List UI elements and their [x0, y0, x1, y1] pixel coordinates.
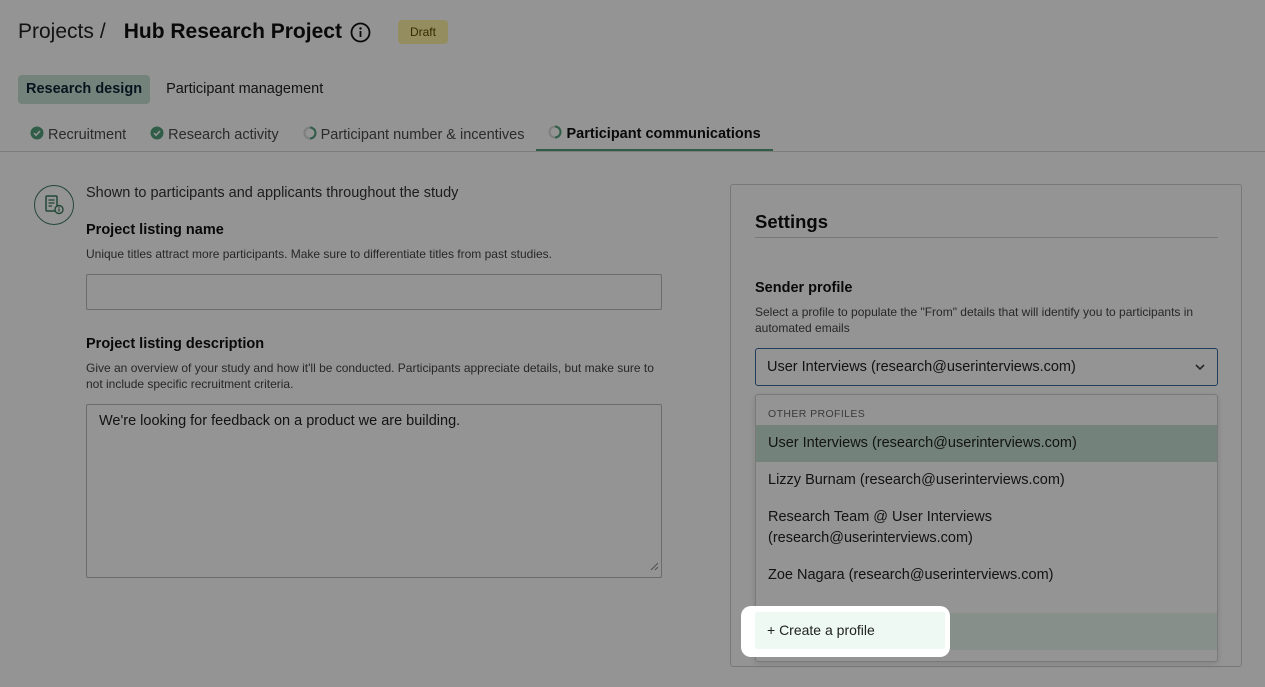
sender-profile-label: Sender profile — [755, 280, 853, 296]
status-badge: Draft — [397, 20, 448, 44]
breadcrumb-separator: / — [99, 20, 106, 43]
resize-handle-icon[interactable] — [650, 559, 659, 575]
step-label: Recruitment — [48, 127, 127, 143]
listing-name-input[interactable] — [86, 274, 662, 310]
app-root: Projects / Hub Research Project Draft Re… — [0, 0, 1265, 687]
sender-profile-value: User Interviews (research@userinterviews… — [767, 359, 1076, 375]
sender-profile-help: Select a profile to populate the "From" … — [755, 305, 1194, 335]
dropdown-group-label: OTHER PROFILES — [768, 408, 866, 420]
dropdown-option[interactable]: Lizzy Burnam (research@userinterviews.co… — [756, 462, 1217, 499]
progress-ring-icon — [303, 126, 321, 144]
primary-tabs: Research design Participant management — [18, 75, 331, 104]
settings-title: Settings — [755, 211, 828, 232]
step-label: Participant communications — [566, 125, 761, 142]
listing-description-help: Give an overview of your study and how i… — [86, 361, 654, 391]
listing-description-textarea[interactable]: We're looking for feedback on a product … — [86, 404, 662, 578]
step-label: Participant number & incentives — [320, 127, 525, 143]
check-circle-icon — [30, 126, 48, 144]
sender-profile-select[interactable]: User Interviews (research@userinterviews… — [755, 348, 1218, 386]
create-profile-button[interactable]: + Create a profile — [755, 612, 945, 649]
step-participant-communications[interactable]: Participant communications — [536, 118, 773, 152]
page-title: Hub Research Project — [123, 20, 342, 43]
divider — [0, 151, 1265, 152]
listing-document-icon — [34, 185, 74, 225]
listing-name-help: Unique titles attract more participants.… — [86, 247, 552, 261]
tab-participant-management[interactable]: Participant management — [158, 75, 331, 104]
dropdown-option[interactable]: Zoe Nagara (research@userinterviews.com) — [756, 557, 1217, 594]
listing-description-label: Project listing description — [86, 336, 265, 352]
dropdown-option[interactable]: Research Team @ User Interviews (researc… — [756, 507, 1056, 549]
step-tabs: Recruitment Research activity Participan… — [18, 118, 773, 152]
step-label: Research activity — [168, 127, 279, 143]
step-participant-number[interactable]: Participant number & incentives — [291, 118, 537, 152]
step-research-activity[interactable]: Research activity — [138, 118, 290, 152]
breadcrumb: Projects / Hub Research Project Draft — [18, 18, 448, 46]
check-circle-icon — [150, 126, 168, 144]
listing-description-value: We're looking for feedback on a product … — [99, 413, 461, 429]
section-intro: Shown to participants and applicants thr… — [86, 185, 459, 201]
breadcrumb-projects-link[interactable]: Projects — [18, 20, 94, 44]
settings-panel: Settings Sender profile Select a profile… — [730, 184, 1242, 667]
chevron-down-icon — [1193, 360, 1207, 378]
divider — [755, 237, 1218, 238]
listing-name-label: Project listing name — [86, 222, 224, 238]
dropdown-option[interactable]: User Interviews (research@userinterviews… — [756, 425, 1217, 462]
step-recruitment[interactable]: Recruitment — [18, 118, 138, 152]
progress-ring-icon — [548, 125, 566, 143]
tab-research-design[interactable]: Research design — [18, 75, 151, 104]
info-icon[interactable] — [350, 22, 371, 43]
